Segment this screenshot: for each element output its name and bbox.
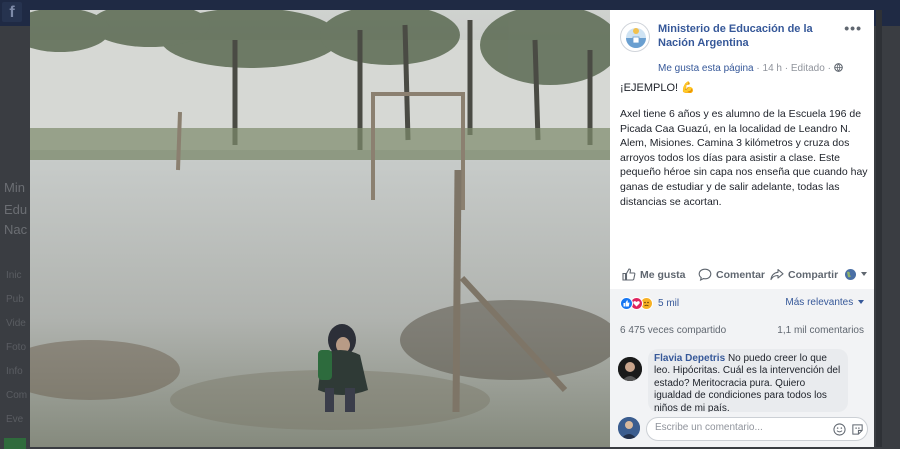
post-time[interactable]: 14 h [763, 63, 782, 74]
background-page-title-line: Nac [4, 222, 28, 237]
argentina-emblem-icon [626, 28, 646, 48]
comment-count[interactable]: 1,1 mil comentarios [777, 325, 864, 336]
comment-button[interactable]: Comentar [698, 268, 765, 281]
sort-label: Más relevantes [785, 297, 854, 308]
thumbs-up-icon [622, 268, 636, 281]
background-nav-item: Pub [6, 294, 24, 305]
more-options-button[interactable]: ••• [844, 20, 862, 36]
reactions-summary: 5 mil Más relevantes 6 475 veces compart… [610, 289, 874, 347]
share-icon [770, 268, 784, 281]
post-panel: Ministerio de Educación de la Nación Arg… [610, 10, 874, 447]
reaction-count[interactable]: 5 mil [658, 298, 679, 309]
comment-icon [698, 268, 712, 281]
post-body: Axel tiene 6 años y es alumno de la Escu… [620, 108, 868, 208]
emoji-icon[interactable] [833, 423, 846, 436]
chevron-down-icon [858, 300, 864, 304]
facebook-logo[interactable]: f [2, 2, 22, 22]
share-button[interactable]: Compartir [770, 268, 838, 281]
background-nav-item: Info [6, 366, 23, 377]
globe-icon [833, 63, 843, 72]
share-label: Compartir [788, 268, 839, 281]
reaction-icons[interactable]: 5 mil [620, 297, 679, 310]
comment-label: Comentar [716, 268, 766, 281]
background-chat-badge [4, 438, 26, 449]
comment-input[interactable] [655, 422, 815, 433]
background-page-title-line: Edu [4, 202, 28, 217]
background-nav-item: Foto [6, 342, 27, 353]
post-actions: Me gusta Comentar Compartir [620, 264, 867, 286]
comment-author[interactable]: Flavia Depetris [654, 353, 725, 364]
edited-label[interactable]: Editado [791, 63, 825, 74]
comment-composer[interactable] [646, 417, 868, 441]
comments-section: Flavia Depetris No puedo creer lo que le… [610, 347, 874, 447]
post-photo[interactable] [30, 10, 610, 447]
comment-bubble: Flavia Depetris No puedo creer lo que le… [648, 349, 848, 412]
share-count[interactable]: 6 475 veces compartido [620, 325, 726, 336]
photo-scene [30, 10, 610, 447]
page-name-link[interactable]: Ministerio de Educación de la Nación Arg… [658, 22, 838, 50]
post-title: ¡EJEMPLO! 💪 [620, 82, 695, 94]
scrollbar[interactable] [876, 10, 882, 447]
chevron-down-icon [861, 272, 867, 276]
like-reaction-icon [620, 297, 633, 310]
audience-selector[interactable] [844, 268, 867, 281]
background-page-title-line: Min [4, 180, 25, 195]
like-label: Me gusta [640, 268, 686, 281]
background-nav-item: Vide [6, 318, 26, 329]
user-avatar[interactable] [618, 417, 640, 439]
page-avatar[interactable] [620, 22, 650, 52]
background-nav-item: Eve [6, 414, 24, 425]
post-header: Ministerio de Educación de la Nación Arg… [620, 20, 864, 76]
like-button[interactable]: Me gusta [622, 268, 686, 281]
commenter-avatar[interactable] [618, 357, 642, 381]
background-nav-item: Inic [6, 270, 22, 281]
post-meta: Me gusta esta página · 14 h · Editado · [658, 63, 843, 74]
globe-icon [845, 269, 856, 280]
like-page-link[interactable]: Me gusta esta página [658, 63, 754, 74]
sort-comments-dropdown[interactable]: Más relevantes [785, 297, 864, 308]
sticker-icon[interactable] [851, 423, 864, 436]
background-nav-item: Com [6, 390, 28, 401]
